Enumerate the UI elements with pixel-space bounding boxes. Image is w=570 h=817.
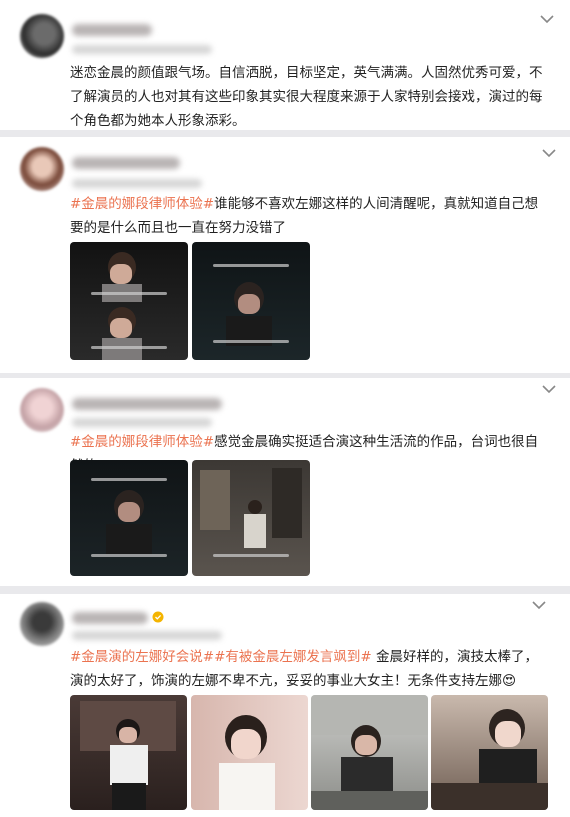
chevron-down-icon[interactable] xyxy=(540,382,558,396)
post-meta xyxy=(72,45,212,54)
post-image[interactable] xyxy=(70,242,188,360)
chevron-down-icon[interactable] xyxy=(530,598,548,612)
post-image[interactable] xyxy=(431,695,548,810)
user-avatar[interactable] xyxy=(20,602,64,646)
hashtag-link[interactable]: #金晨演的左娜好会说##有被金晨左娜发言飒到# xyxy=(70,649,372,665)
post-image[interactable] xyxy=(311,695,428,810)
post-card: #金晨的娜段律师体验#谁能够不喜欢左娜这样的人间清醒呢，真就知道自己想要的是什么… xyxy=(0,137,570,373)
username[interactable] xyxy=(72,24,152,36)
post-image[interactable] xyxy=(70,460,188,576)
post-card: #金晨演的左娜好会说##有被金晨左娜发言飒到# 金晨好样的，演技太棒了，演的太好… xyxy=(0,594,570,817)
user-avatar[interactable] xyxy=(20,388,64,432)
user-avatar[interactable] xyxy=(20,147,64,191)
post-image[interactable] xyxy=(192,242,310,360)
post-text: #金晨的娜段律师体验#谁能够不喜欢左娜这样的人间清醒呢，真就知道自己想要的是什么… xyxy=(70,196,539,236)
post-meta xyxy=(72,179,202,188)
post-image[interactable] xyxy=(192,460,310,576)
emoji-icon: 😍 xyxy=(502,673,517,689)
username[interactable] xyxy=(72,398,222,410)
post-card: 迷恋金晨的颜值跟气场。自信洒脱，目标坚定，英气满满。人固然优秀可爱，不了解演员的… xyxy=(0,0,570,130)
hashtag-link[interactable]: #金晨的娜段律师体验# xyxy=(70,434,214,450)
username[interactable] xyxy=(72,612,148,624)
chevron-down-icon[interactable] xyxy=(540,146,558,160)
username[interactable] xyxy=(72,157,180,169)
post-text: 迷恋金晨的颜值跟气场。自信洒脱，目标坚定，英气满满。人固然优秀可爱，不了解演员的… xyxy=(70,65,543,129)
post-meta xyxy=(72,418,212,427)
chevron-down-icon[interactable] xyxy=(538,12,556,26)
user-avatar[interactable] xyxy=(20,14,64,58)
post-image[interactable] xyxy=(70,695,187,810)
gold-badge-icon xyxy=(152,611,164,623)
post-card: #金晨的娜段律师体验#感觉金晨确实挺适合演这种生活流的作品，台词也很自然的 xyxy=(0,378,570,586)
post-meta xyxy=(72,631,222,640)
hashtag-link[interactable]: #金晨的娜段律师体验# xyxy=(70,196,214,212)
post-text: #金晨演的左娜好会说##有被金晨左娜发言飒到# 金晨好样的，演技太棒了，演的太好… xyxy=(70,649,539,689)
post-image[interactable] xyxy=(191,695,308,810)
